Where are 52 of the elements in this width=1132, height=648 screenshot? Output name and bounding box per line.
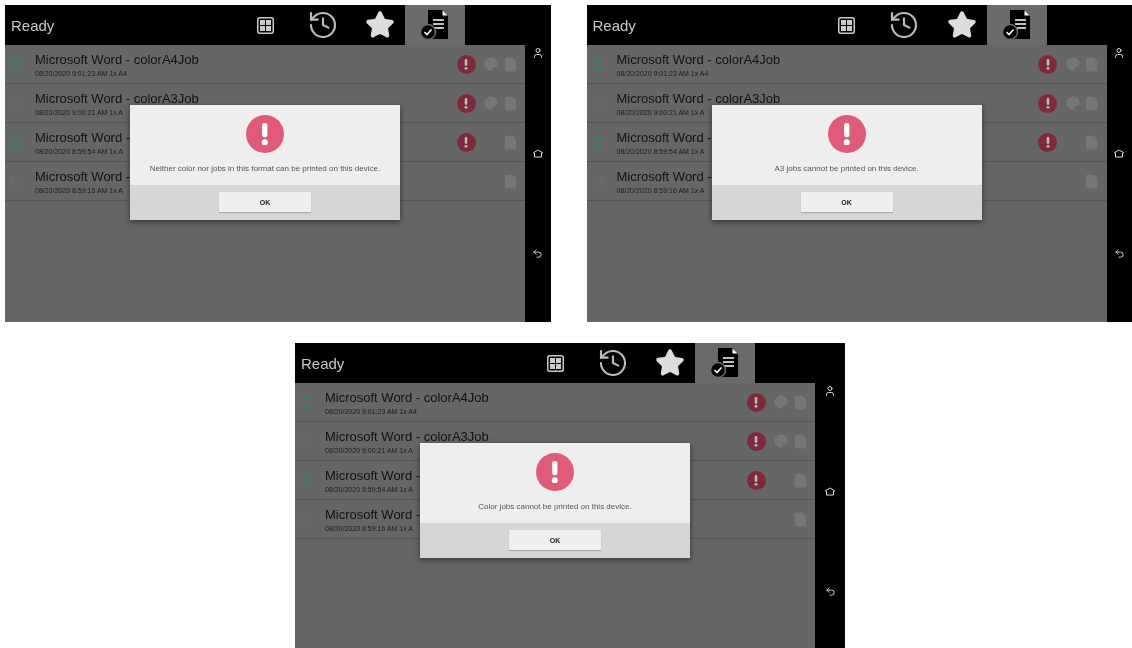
- job-title: Microsoft Word -: [616, 168, 712, 184]
- checkbox[interactable]: [592, 98, 602, 108]
- job-title: Microsoft Word -: [325, 467, 421, 483]
- checkbox[interactable]: [592, 137, 602, 147]
- exclamation-icon: [260, 122, 270, 146]
- checkbox[interactable]: [11, 137, 20, 147]
- status-text: Ready: [300, 354, 346, 372]
- grid-icon: [546, 354, 564, 372]
- grid-icon: [256, 16, 274, 34]
- exclamation-icon: [550, 460, 560, 484]
- status-text: Ready: [591, 16, 637, 34]
- job-title: Microsoft Word -: [616, 129, 712, 145]
- star-icon: [946, 10, 977, 40]
- status-text: Ready: [10, 16, 56, 34]
- back-icon[interactable]: [532, 248, 544, 259]
- checkbox[interactable]: [11, 98, 20, 108]
- checkbox[interactable]: [301, 436, 310, 446]
- job-title: Microsoft Word -: [35, 129, 131, 145]
- job-title: Microsoft Word - colorA3Job: [616, 90, 781, 106]
- tab[interactable]: [405, 5, 465, 45]
- home-icon[interactable]: [531, 149, 544, 158]
- back-icon[interactable]: [1113, 248, 1125, 259]
- job-title: Microsoft Word -: [325, 506, 421, 522]
- dialog-message: Neither color nor jobs in this format can be printed on this device.: [149, 164, 381, 173]
- job-title: Microsoft Word - colorA3Job: [35, 90, 199, 106]
- dialog-message: A3 jobs cannot be printed on this device.: [774, 164, 919, 173]
- checkbox[interactable]: [11, 59, 20, 69]
- checkbox[interactable]: [301, 514, 310, 524]
- checkbox[interactable]: [301, 475, 310, 485]
- history-icon: [888, 9, 920, 41]
- job-title: Microsoft Word -: [35, 168, 131, 184]
- star-icon: [655, 348, 685, 378]
- back-icon[interactable]: [824, 586, 836, 597]
- tab[interactable]: [695, 343, 755, 383]
- star-icon: [365, 10, 395, 40]
- user-icon[interactable]: [824, 385, 836, 397]
- checkbox[interactable]: [592, 59, 602, 69]
- home-icon[interactable]: [824, 487, 836, 496]
- job-title: Microsoft Word - colorA3Job: [325, 428, 489, 444]
- home-icon[interactable]: [1113, 149, 1126, 158]
- exclamation-icon: [841, 122, 852, 146]
- checkbox[interactable]: [11, 176, 20, 186]
- dialog-message: Color jobs cannot be printed on this device.: [478, 502, 632, 511]
- user-icon[interactable]: [531, 47, 544, 59]
- job-title: Microsoft Word - colorA4Job: [325, 389, 489, 405]
- grid-icon: [838, 16, 855, 34]
- job-title: Microsoft Word - colorA4Job: [35, 51, 199, 67]
- user-icon[interactable]: [1113, 47, 1126, 59]
- tab[interactable]: [986, 5, 1047, 45]
- checkbox[interactable]: [592, 176, 602, 186]
- job-title: Microsoft Word - colorA4Job: [616, 51, 781, 67]
- checkbox[interactable]: [301, 397, 310, 407]
